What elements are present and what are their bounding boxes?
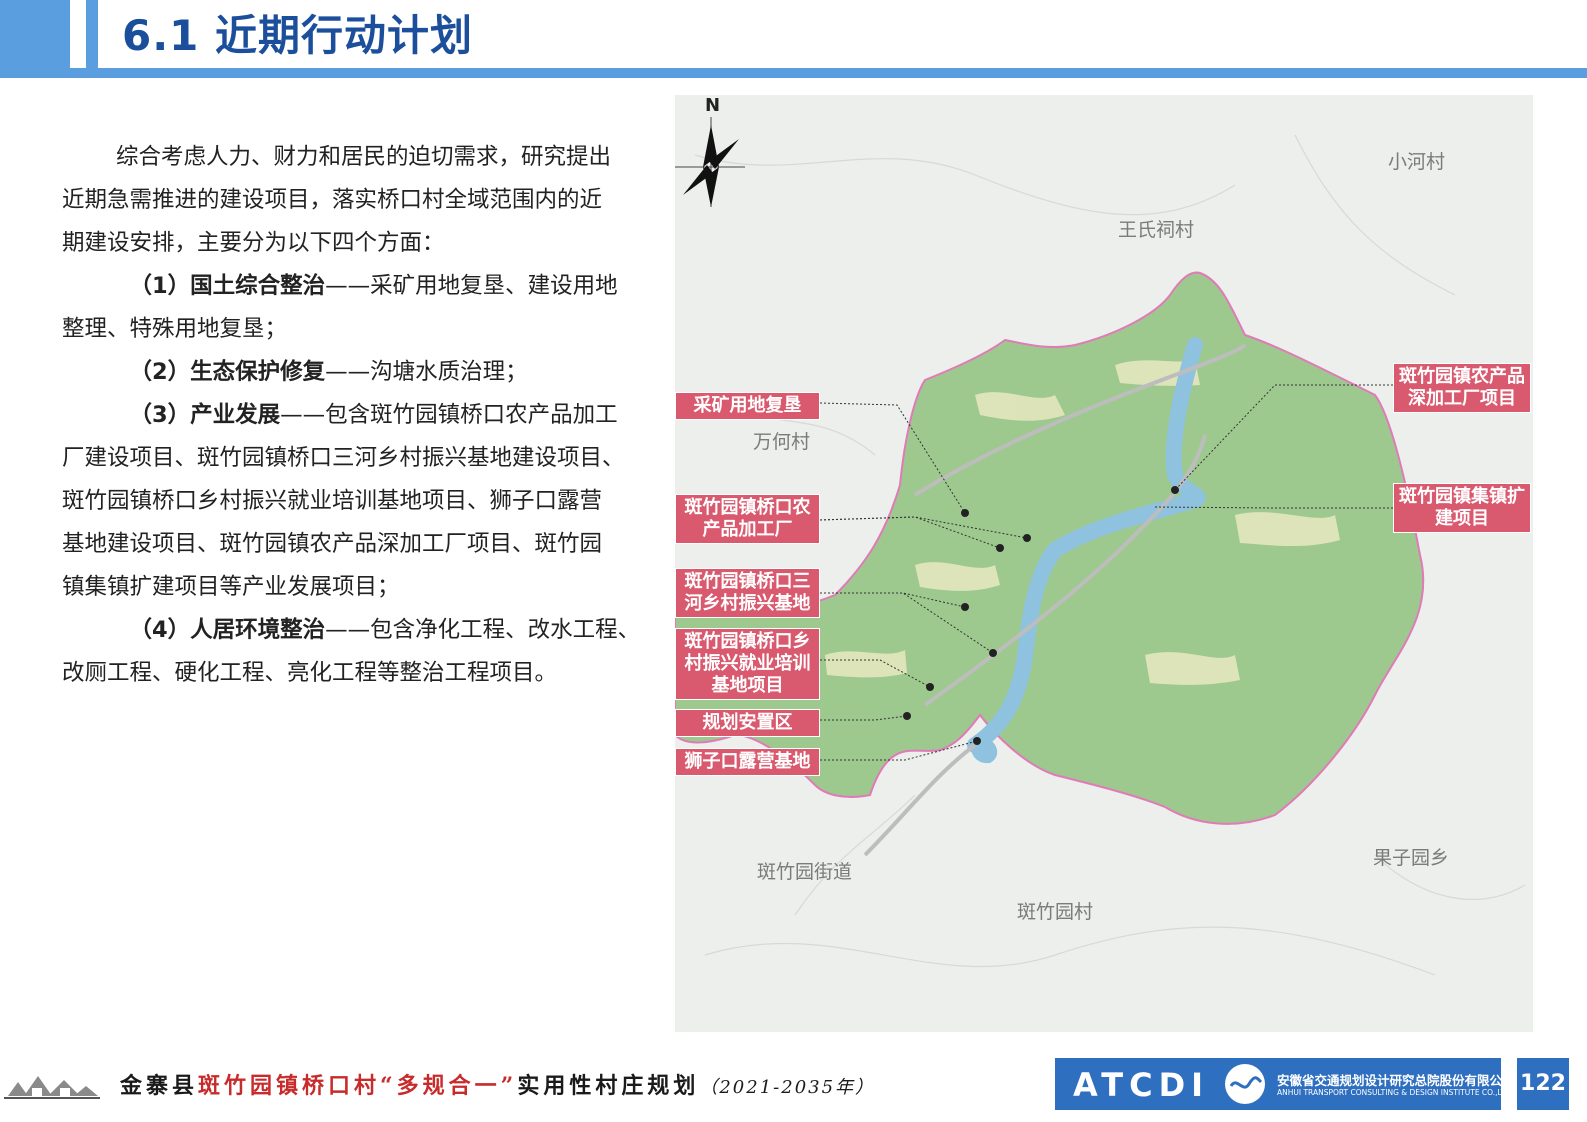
item-3-cont: 镇集镇扩建项目等产业发展项目； <box>62 574 400 600</box>
intro-line: 期建设安排，主要分为以下四个方面： <box>62 230 445 256</box>
company-logo-icon <box>1225 1064 1265 1104</box>
item-1-text: ——采矿用地复垦、建设用地 <box>325 273 618 299</box>
item-2-text: ——沟塘水质治理； <box>325 359 528 385</box>
body-text: 综合考虑人力、财力和居民的迫切需求，研究提出 近期急需推进的建设项目，落实桥口村… <box>62 136 662 695</box>
footer-plan-type: 实用性村庄规划 <box>517 1073 700 1099</box>
callout-line: 斑竹园镇桥口三 <box>684 571 811 592</box>
company-logo-bar: ATCDI 安徽省交通规划设计研究总院股份有限公司 ANHUI TRANSPOR… <box>1055 1058 1515 1110</box>
callout-line: 产品加工厂 <box>702 519 793 540</box>
place-label-wanhe: 万何村 <box>753 431 811 453</box>
page-number: 122 <box>1517 1058 1569 1110</box>
planning-map: N 小河村 王氏祠村 万何村 斑竹园街道 斑竹园村 果子园乡 采矿用地复垦 斑竹… <box>675 95 1533 1032</box>
item-4-text: ——包含净化工程、改水工程、 <box>325 617 641 643</box>
company-logo-text: ATCDI <box>1073 1066 1210 1104</box>
company-name-en: ANHUI TRANSPORT CONSULTING & DESIGN INST… <box>1277 1088 1514 1097</box>
place-label-banzhuyuan-jiedao: 斑竹园街道 <box>757 861 853 883</box>
callout-line: 河乡村振兴基地 <box>684 593 811 614</box>
item-4-label: （4）人居环境整治 <box>129 617 326 643</box>
village-landscape-icon <box>4 1076 100 1099</box>
item-3-cont: 基地建设项目、斑竹园镇农产品深加工厂项目、斑竹园 <box>62 531 603 557</box>
item-3-label: （3）产业发展 <box>129 402 281 428</box>
place-label-banzhuyuan-cun: 斑竹园村 <box>1017 901 1094 923</box>
item-3-cont: 厂建设项目、斑竹园镇桥口三河乡村振兴基地建设项目、 <box>62 445 625 471</box>
svg-text:N: N <box>705 95 720 116</box>
item-3-text: ——包含斑竹园镇桥口农产品加工 <box>280 402 618 428</box>
footer-title: 金寨县斑竹园镇桥口村“多规合一”实用性村庄规划（2021-2035年） <box>120 1068 875 1100</box>
callout-line: 斑竹园镇桥口农 <box>684 497 811 518</box>
callout-peixun: 斑竹园镇桥口乡 村振兴就业培训 基地项目 <box>675 628 820 700</box>
callout-line: 斑竹园镇集镇扩 <box>1399 486 1525 507</box>
north-arrow-icon: N <box>675 95 745 207</box>
callout-jizhen: 斑竹园镇集镇扩 建项目 <box>1393 483 1531 533</box>
footer-multiplan: “多规合一” <box>380 1073 518 1099</box>
callout-line: 斑竹园镇桥口乡 <box>684 631 811 652</box>
callout-line: 村振兴就业培训 <box>684 653 811 674</box>
map-graphic <box>675 134 1526 976</box>
callout-nongchanpin: 斑竹园镇桥口农 产品加工厂 <box>675 494 820 544</box>
item-1-label: （1）国土综合整治 <box>129 273 326 299</box>
item-1-cont: 整理、特殊用地复垦； <box>62 316 288 342</box>
callout-line: 斑竹园镇农产品 <box>1399 366 1525 387</box>
page-title: 6.1 近期行动计划 <box>122 11 474 60</box>
item-4-cont: 改厕工程、硬化工程、亮化工程等整治工程项目。 <box>62 660 558 686</box>
item-3: （3）产业发展——包含斑竹园镇桥口农产品加工 <box>62 394 662 437</box>
place-label-wangshici: 王氏祠村 <box>1118 219 1195 241</box>
item-2-label: （2）生态保护修复 <box>129 359 326 385</box>
item-1: （1）国土综合整治——采矿用地复垦、建设用地 <box>62 265 662 308</box>
place-label-xiaohe: 小河村 <box>1388 151 1446 173</box>
header-accent-bar <box>86 0 98 68</box>
footer-village: 斑竹园镇桥口村 <box>198 1073 381 1099</box>
callout-sanhe: 斑竹园镇桥口三 河乡村振兴基地 <box>675 568 820 618</box>
footer-county: 金寨县 <box>120 1073 199 1099</box>
callout-line: 基地项目 <box>711 675 784 696</box>
place-label-guoziyuan: 果子园乡 <box>1373 847 1450 869</box>
company-name-cn: 安徽省交通规划设计研究总院股份有限公司 <box>1277 1073 1515 1088</box>
callout-anzhi: 规划安置区 <box>675 709 820 737</box>
footer-years: （2021-2035年） <box>699 1077 876 1098</box>
header-rule <box>0 68 1587 78</box>
header-accent-block <box>0 0 70 68</box>
intro-line: 近期急需推进的建设项目，落实桥口村全域范围内的近 <box>62 187 603 213</box>
callout-shenjiagong: 斑竹园镇农产品 深加工厂项目 <box>1393 363 1531 413</box>
callout-line: 建项目 <box>1435 508 1489 529</box>
item-4: （4）人居环境整治——包含净化工程、改水工程、 <box>62 609 662 652</box>
callout-shizikou: 狮子口露营基地 <box>675 748 820 776</box>
intro-line: 综合考虑人力、财力和居民的迫切需求，研究提出 <box>116 144 612 170</box>
item-3-cont: 斑竹园镇桥口乡村振兴就业培训基地项目、狮子口露营 <box>62 488 603 514</box>
callout-line: 深加工厂项目 <box>1408 388 1516 409</box>
item-2: （2）生态保护修复——沟塘水质治理； <box>62 351 662 394</box>
callout-caikuang: 采矿用地复垦 <box>675 392 820 420</box>
